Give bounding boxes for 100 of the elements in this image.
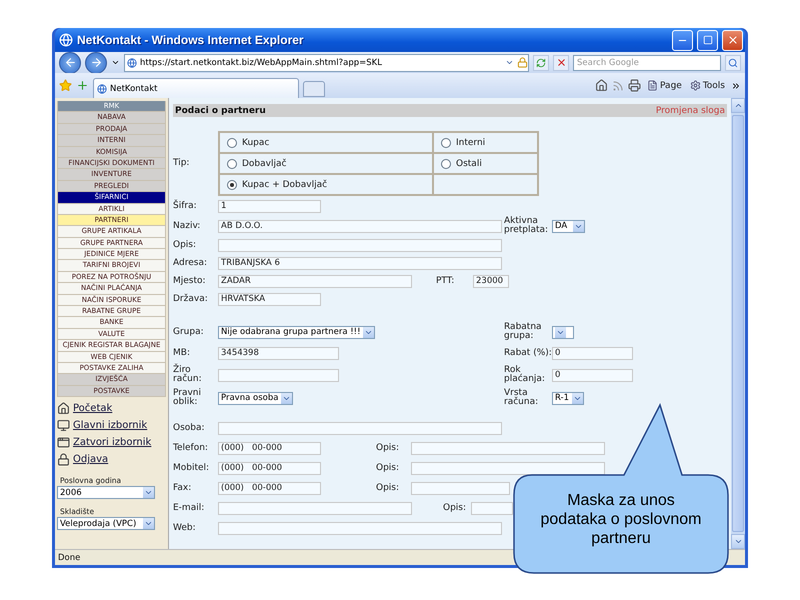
mode-label: Promjena sloga [656,106,725,116]
back-button[interactable] [59,52,81,74]
text-field[interactable] [218,239,502,252]
sidebar-link[interactable]: Odjava [73,454,108,466]
chevron-down-icon [734,537,742,546]
radio-label[interactable]: Ostali [456,158,482,168]
text-field[interactable] [411,482,510,495]
text-field[interactable] [471,502,513,515]
home-icon[interactable] [595,79,608,92]
select-field[interactable]: Nije odabrana grupa partnera !!! [218,326,376,338]
text-field[interactable]: HRVATSKA [218,293,321,306]
text-field[interactable] [411,442,605,455]
radio-button[interactable] [227,180,237,190]
stop-button[interactable] [553,54,569,70]
field-label: Tip: [173,159,190,168]
field-label: Šifra: [173,202,198,211]
select-field[interactable] [552,326,574,338]
text-field[interactable]: 23000 [473,275,509,288]
field-label: Aktivna pretplata: [504,217,550,235]
text-field[interactable] [218,502,412,515]
sidebar-link[interactable]: Početak [73,403,112,414]
text-field[interactable]: 0 [552,347,633,360]
refresh-button[interactable] [533,54,549,70]
feed-icon[interactable] [612,80,624,92]
scroll-up-button[interactable] [731,98,745,113]
back-icon [64,56,76,69]
field-label: Pravni oblik: [173,389,202,407]
radio-label[interactable]: Dobavljač [242,158,286,168]
select-field[interactable]: 2006 [57,486,155,500]
gear-icon [690,80,701,91]
page-icon [647,80,658,91]
field-label: Država: [173,295,209,304]
field-label: Rabatna grupa: [504,323,543,341]
field-label: Adresa: [173,259,208,268]
field-label: Web: [173,524,197,533]
chevron-icon[interactable] [731,80,741,90]
command-button[interactable]: Page [645,80,684,91]
text-field[interactable]: (000) 00-000 [218,462,321,475]
radio-button[interactable] [227,158,237,168]
radio-label[interactable]: Kupac [242,138,270,148]
text-field[interactable] [218,422,502,435]
field-label: Mobitel: [173,464,210,473]
plus-icon[interactable] [76,79,89,92]
caret-icon[interactable] [505,58,514,67]
command-button[interactable]: Tools [688,80,727,91]
browser-tab[interactable]: NetKontakt [93,78,299,98]
field-label: Grupa: [173,328,205,336]
text-field[interactable]: AB D.O.O. [218,220,502,232]
field-label: Rok plaćanja: [504,366,546,384]
text-field[interactable]: 3454398 [218,347,339,360]
select-field[interactable]: Pravna osoba [218,392,294,404]
text-field[interactable] [218,522,502,535]
scroll-down-button[interactable] [731,534,745,549]
select-field[interactable]: DA [552,220,585,232]
scrollbar[interactable] [731,98,745,549]
text-field[interactable] [218,368,339,382]
radio-label[interactable]: Interni [456,138,486,148]
field-label: Rabat (%): [504,349,552,358]
field-label: Mjesto: [173,277,207,286]
text-field[interactable]: 1 [218,200,321,213]
minimize-button[interactable] [672,30,693,50]
text-field[interactable] [411,462,605,475]
address-field[interactable]: https://start.netkontakt.biz/WebAppMain.shtml?app=SKL [124,54,529,72]
lock-icon [517,57,528,68]
text-field[interactable]: (000) 00-000 [218,482,321,495]
search-field[interactable]: Search Google [573,54,721,70]
caret-icon[interactable] [111,58,120,67]
callout-text: Maska za unos podataka o poslovnom partneru [540,491,702,548]
window-title: NetKontakt - Windows Internet Explorer [77,33,305,47]
close-icon [556,57,566,68]
printer-icon[interactable] [628,79,642,92]
select-field[interactable]: Veleprodaja (VPC) [57,517,155,530]
forward-button[interactable] [85,52,107,74]
globe-icon [59,33,73,47]
text-field[interactable]: ZADAR [218,275,412,288]
radio-button[interactable] [227,138,237,148]
search-button[interactable] [725,54,741,70]
maximize-icon [702,35,712,45]
lock-icon [57,453,70,466]
form-title: Podaci o partneru [175,106,266,116]
globe-icon [127,58,137,68]
field-label: Opis: [376,484,400,493]
text-field[interactable]: 0 [552,368,633,382]
search-icon [728,58,738,68]
text-field[interactable]: (000) 00-000 [218,442,321,455]
close-button[interactable] [722,30,743,50]
select-field[interactable]: R-1 [552,392,584,404]
radio-label[interactable]: Kupac + Dobavljač [242,180,328,190]
star-icon[interactable] [59,79,72,92]
sidebar-link[interactable]: Zatvori izbornik [73,437,152,448]
forward-icon [90,56,102,69]
radio-button[interactable] [441,158,451,168]
new-tab-button[interactable] [303,81,325,97]
field-label: E-mail: [173,504,206,513]
scrollbar-thumb[interactable] [732,115,744,532]
maximize-button[interactable] [697,30,718,50]
radio-button[interactable] [441,138,451,148]
monitor-icon [57,419,70,432]
text-field[interactable]: TRIBANJSKA 6 [218,257,502,270]
sidebar-link[interactable]: Glavni izbornik [73,420,148,432]
